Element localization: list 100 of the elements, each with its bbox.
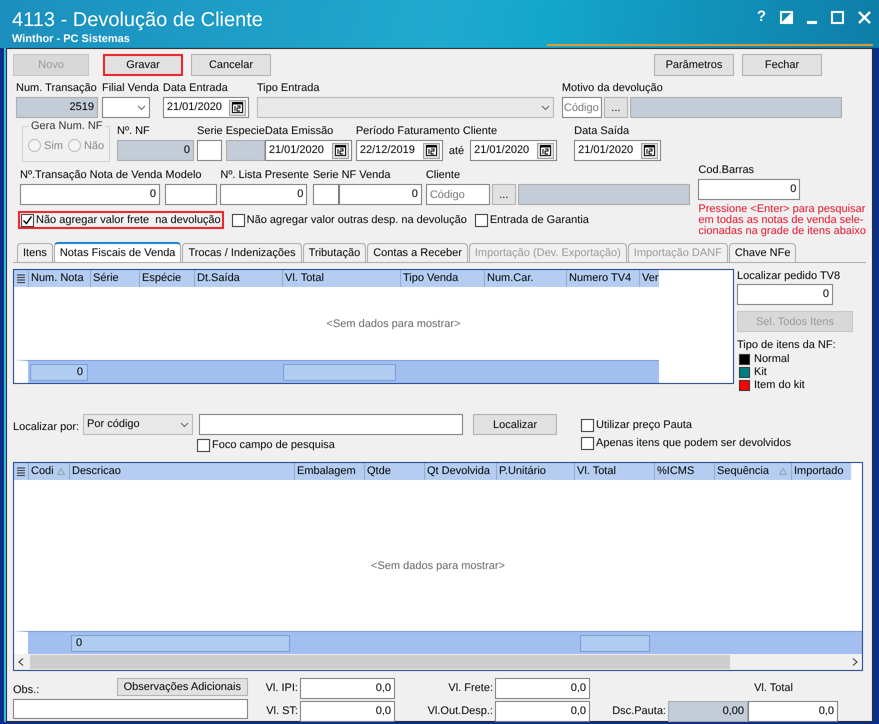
tab[interactable]: Chave NFe [728, 243, 796, 262]
split-square-icon[interactable] [780, 10, 793, 24]
barcode-field[interactable]: 0 [698, 179, 800, 200]
column-header[interactable]: Embalagem [294, 463, 364, 480]
date-field[interactable]: 21/01/2020 [162, 97, 249, 118]
checkbox[interactable] [197, 438, 210, 452]
calendar-button[interactable] [228, 100, 246, 116]
column-header[interactable]: Ver [639, 270, 659, 287]
field-label: Filial Venda [102, 81, 159, 95]
checkbox-label[interactable]: Entrada de Garantia [490, 214, 589, 226]
search-field[interactable] [199, 414, 464, 435]
checkbox[interactable] [474, 214, 488, 226]
tab[interactable]: Itens [17, 243, 53, 262]
date-field[interactable]: 21/01/2020 [470, 140, 558, 161]
column-header[interactable]: Qtde [364, 463, 424, 480]
radio-button[interactable] [68, 139, 81, 152]
column-header[interactable]: Importado [791, 463, 851, 480]
search-button[interactable]: Localizar [473, 414, 558, 435]
column-header[interactable]: Tipo Venda [400, 270, 484, 287]
tab[interactable]: Tributação [302, 243, 366, 262]
series-field[interactable] [312, 184, 339, 205]
description-field[interactable] [630, 97, 842, 118]
amount-field[interactable]: 0,0 [495, 700, 590, 722]
calendar-button[interactable] [332, 142, 349, 158]
checkbox[interactable] [232, 214, 245, 226]
species-field[interactable] [226, 140, 265, 161]
checkbox[interactable] [581, 436, 594, 450]
close-icon[interactable] [858, 10, 871, 24]
toolbar-button[interactable]: Parâmetros [654, 54, 734, 76]
total-field[interactable]: 0,0 [748, 700, 838, 722]
code-field[interactable]: Código [426, 184, 490, 205]
column-header[interactable]: Codi [28, 463, 69, 480]
checkbox-label[interactable]: Apenas itens que podem ser devolvidos [596, 437, 792, 449]
field-label: Tipo Entrada [256, 81, 320, 95]
order-search-field[interactable]: 0 [737, 284, 833, 305]
lookup-button[interactable]: ... [604, 97, 628, 118]
checkbox-label[interactable]: Foco campo de pesquisa [212, 439, 335, 451]
toolbar-button[interactable]: Cancelar [191, 54, 271, 76]
column-header[interactable]: Numero TV4 [566, 270, 639, 287]
legend-title: Tipo de itens da NF: [737, 338, 837, 352]
column-header[interactable]: Vl. Total [574, 463, 654, 480]
checkbox-label[interactable]: Não agregar valor outras desp. na devolução [246, 214, 467, 226]
calendar-button[interactable] [537, 142, 554, 158]
tab[interactable]: Notas Fiscais de Venda [54, 242, 182, 262]
column-header[interactable]: Descricao [69, 463, 294, 480]
column-header[interactable]: P.Unitário [496, 463, 574, 480]
toolbar-button[interactable]: Fechar [742, 54, 822, 76]
column-header[interactable]: Sequência [714, 463, 791, 480]
branch-dropdown[interactable] [102, 97, 150, 118]
column-header[interactable]: Série [90, 270, 139, 287]
gift-list-field[interactable]: 0 [220, 184, 308, 205]
notes-field[interactable] [13, 699, 248, 719]
date-field[interactable]: 21/01/2020 [264, 140, 352, 161]
tab[interactable]: Trocas / Indenizações [182, 243, 302, 262]
column-header[interactable]: Qt Devolvida [424, 463, 496, 480]
field-label: Modelo [165, 168, 202, 182]
calendar-icon [644, 145, 656, 156]
amount-field[interactable]: 0,00 [668, 700, 748, 722]
notes-button[interactable]: Observações Adicionais [116, 678, 248, 696]
legend-label: Item do kit [754, 379, 805, 392]
invoice-number-field[interactable]: 0 [117, 140, 194, 161]
sale-transaction-field[interactable]: 0 [20, 184, 160, 205]
maximize-icon[interactable] [831, 10, 844, 24]
column-header[interactable]: Espécie [139, 270, 194, 287]
field-label: Vl. IPI: [264, 682, 298, 694]
radio-button[interactable] [28, 139, 41, 152]
columns-icon[interactable] [17, 274, 25, 284]
amount-field[interactable]: 0,0 [300, 678, 395, 698]
horizontal-scrollbar[interactable] [14, 654, 862, 670]
date-field[interactable]: 21/01/2020 [574, 140, 662, 161]
column-header[interactable]: Dt.Saída [194, 270, 282, 287]
search-mode-dropdown[interactable]: Por código [83, 414, 194, 435]
columns-icon[interactable] [17, 466, 25, 476]
checkbox-label[interactable]: Não agregar valor frete na devolução [36, 214, 221, 226]
checkbox[interactable] [21, 214, 34, 226]
customer-name-field[interactable] [518, 184, 690, 205]
sale-invoice-field[interactable]: 0 [338, 184, 422, 205]
date-field[interactable]: 22/12/2019 [356, 140, 443, 161]
amount-field[interactable]: 0,0 [495, 678, 590, 698]
column-header[interactable]: %ICMS [654, 463, 714, 480]
code-field[interactable]: Código [562, 97, 602, 118]
checkbox-label[interactable]: Utilizar preço Pauta [596, 419, 692, 431]
tab[interactable]: Contas a Receber [367, 243, 468, 262]
model-field[interactable] [165, 184, 218, 205]
field-label: Especie [226, 124, 265, 138]
column-header[interactable]: Num.Car. [484, 270, 566, 287]
help-button[interactable]: ? [756, 10, 766, 24]
lookup-button[interactable]: ... [492, 184, 516, 205]
series-field[interactable] [197, 140, 222, 161]
toolbar-button[interactable]: Gravar [103, 54, 183, 76]
window-subtitle: Winthor - PC Sistemas [12, 32, 131, 46]
column-header[interactable]: Vl. Total [282, 270, 400, 287]
calendar-button[interactable] [641, 142, 658, 158]
column-header[interactable]: Num. Nota [28, 270, 90, 287]
amount-field[interactable]: 0,0 [300, 700, 395, 722]
count-cell: 0 [71, 634, 290, 652]
transaction-field[interactable]: 2519 [16, 97, 98, 118]
chevron-icon [180, 422, 190, 428]
calendar-button[interactable] [422, 142, 440, 158]
checkbox[interactable] [581, 418, 594, 432]
